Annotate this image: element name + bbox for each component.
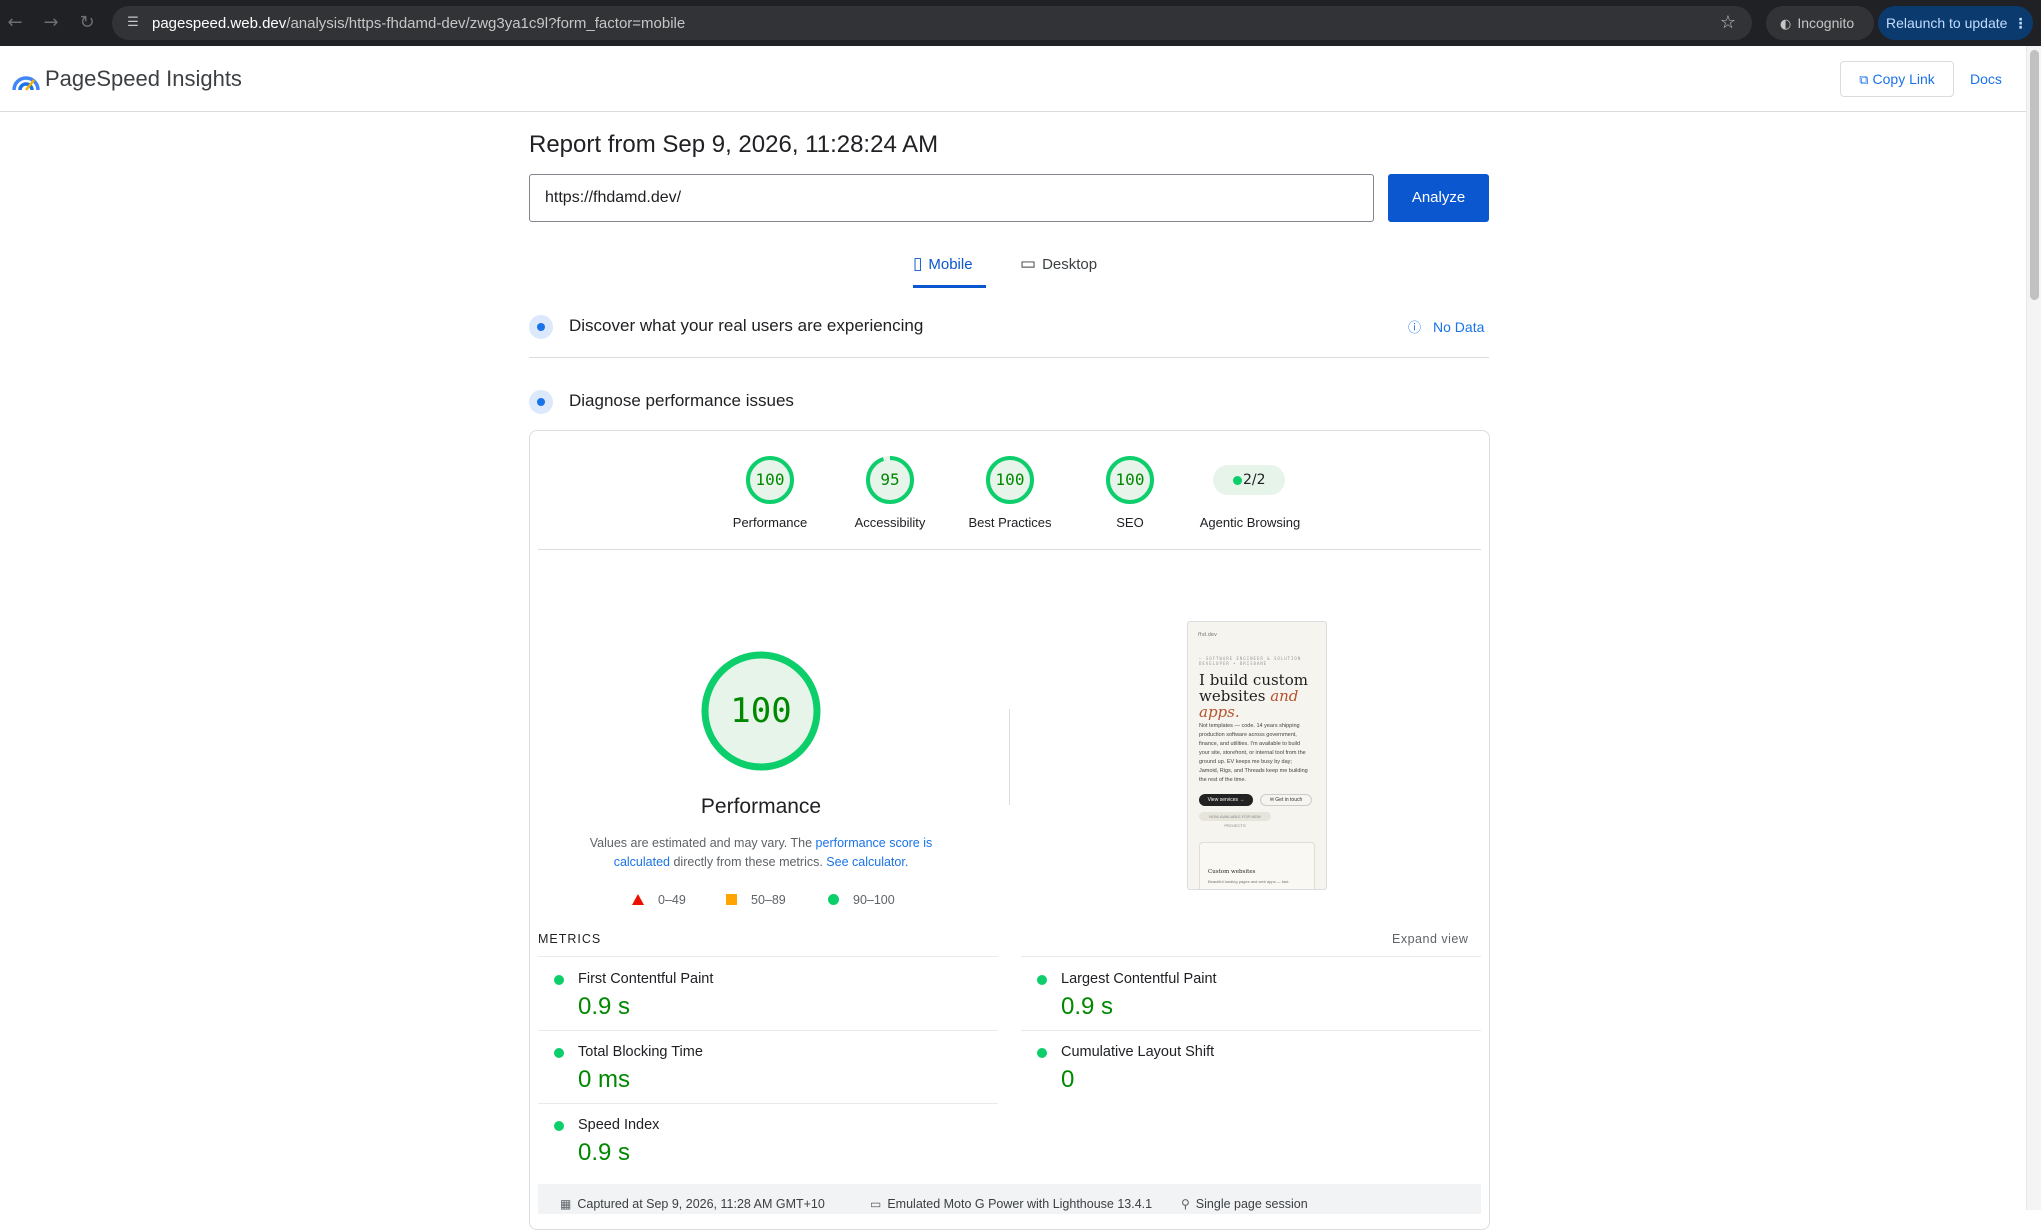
metric-total-blocking-time: Total Blocking Time 0 ms (538, 1031, 978, 1103)
address-bar[interactable]: ☰ pagespeed.web.dev/analysis/https-fhdam… (112, 6, 1752, 40)
more-icon[interactable]: ⋮ (2013, 16, 2027, 32)
performance-score-gauge: 100 (701, 651, 821, 771)
site-info-icon[interactable]: ☰ (124, 14, 142, 32)
scrollbar-thumb[interactable] (2030, 50, 2039, 300)
metrics-heading: METRICS (538, 932, 602, 946)
triangle-icon (632, 894, 644, 905)
emulated-device: ▭ Emulated Moto G Power with Lighthouse 1… (870, 1197, 1153, 1211)
session-type: ⚲ Single page session (1181, 1197, 1308, 1211)
no-data-link[interactable]: ⓘ No Data (1408, 317, 1484, 336)
real-users-heading: Discover what your real users are experi… (569, 316, 924, 335)
legend-fail: 0–49 (632, 893, 686, 907)
phone-icon: ▯ (913, 254, 923, 274)
thumbnail-primary-button: View services → (1199, 794, 1253, 806)
gauge-seo[interactable]: 100 (1106, 456, 1154, 504)
metric-cumulative-layout-shift: Cumulative Layout Shift 0 (1021, 1031, 1461, 1103)
docs-link[interactable]: Docs (1970, 71, 2002, 87)
pass-dot-icon (1037, 975, 1047, 985)
divider (1009, 709, 1010, 805)
captured-at: ▦ Captured at Sep 9, 2026, 11:28 AM GMT+1… (560, 1197, 825, 1211)
pass-dot-icon (554, 1121, 564, 1131)
divider (1021, 956, 1481, 957)
gauge-performance-label[interactable]: Performance (700, 515, 840, 530)
thumbnail-secondary-button: ✉ Get in touch (1260, 794, 1312, 806)
laptop-icon: ▭ (1020, 254, 1037, 274)
performance-title: Performance (700, 795, 822, 818)
divider (529, 357, 1489, 358)
gauge-accessibility-label[interactable]: Accessibility (820, 515, 960, 530)
gauge-best-practices-label[interactable]: Best Practices (940, 515, 1080, 530)
incognito-indicator[interactable]: ◐ Incognito (1766, 6, 1874, 40)
thumbnail-tag: — SOFTWARE ENGINEER & SOLUTION DEVELOPER… (1199, 656, 1302, 666)
pass-dot-icon (1037, 1048, 1047, 1058)
metric-largest-contentful-paint: Largest Contentful Paint 0.9 s (1021, 958, 1461, 1030)
thumbnail-header: fhd.dev (1198, 632, 1217, 638)
performance-description: Values are estimated and may vary. The p… (589, 836, 933, 869)
thumbnail-note: NOW AVAILABLE FOR NEW PROJECTS (1199, 812, 1271, 828)
gauge-accessibility[interactable]: 95 (866, 456, 914, 504)
legend-average: 50–89 (726, 893, 786, 907)
thumbnail-card: Custom websites Beautiful landing pages … (1199, 842, 1315, 889)
circle-icon (828, 894, 839, 905)
reload-icon[interactable]: ↻ (76, 12, 98, 34)
metric-first-contentful-paint: First Contentful Paint 0.9 s (538, 958, 978, 1030)
address-url[interactable]: pagespeed.web.dev/analysis/https-fhdamd-… (152, 15, 685, 32)
url-input[interactable]: https://fhdamd.dev/ (529, 174, 1374, 222)
see-calculator-link[interactable]: See calculator. (826, 855, 908, 869)
thumbnail-paragraph: Not templates — code. 14 years shipping … (1199, 723, 1308, 783)
diagnose-heading: Diagnose performance issues (569, 391, 794, 410)
browser-toolbar: ← → ↻ ☰ pagespeed.web.dev/analysis/https… (0, 0, 2041, 46)
legend-pass: 90–100 (828, 893, 895, 907)
tab-mobile[interactable]: ▯ Mobile (913, 252, 986, 288)
gauge-best-practices[interactable]: 100 (986, 456, 1034, 504)
agentic-browsing-badge[interactable]: 2/2 (1213, 465, 1285, 495)
brand-title[interactable]: PageSpeed Insights (45, 66, 242, 92)
analyze-button[interactable]: Analyze (1388, 174, 1489, 222)
expand-view-toggle[interactable]: Expand view (1392, 932, 1468, 946)
gauge-seo-label[interactable]: SEO (1060, 515, 1200, 530)
incognito-icon: ◐ (1780, 17, 1792, 32)
session-icon: ⚲ (1181, 1197, 1190, 1211)
relaunch-button[interactable]: Relaunch to update ⋮ (1878, 6, 2033, 40)
calendar-icon: ▦ (560, 1197, 572, 1211)
link-icon: ⧉ (1859, 73, 1869, 88)
report-title: Report from Sep 9, 2026, 11:28:24 AM (529, 131, 939, 158)
square-icon (726, 894, 737, 905)
real-users-icon (529, 315, 553, 339)
copy-link-button[interactable]: ⧉ Copy Link (1840, 61, 1954, 97)
pass-dot-icon (554, 1048, 564, 1058)
forward-icon[interactable]: → (40, 12, 62, 34)
agentic-browsing-label[interactable]: Agentic Browsing (1180, 515, 1320, 530)
page-screenshot-thumbnail[interactable]: fhd.dev — SOFTWARE ENGINEER & SOLUTION D… (1187, 621, 1327, 890)
tab-desktop[interactable]: ▭ Desktop (1020, 252, 1116, 288)
pass-dot-icon (1233, 476, 1242, 485)
diagnose-icon (529, 390, 553, 414)
info-icon: ⓘ (1408, 321, 1422, 336)
divider (538, 956, 998, 957)
bookmark-star-icon[interactable]: ☆ (1720, 12, 1736, 33)
back-icon[interactable]: ← (4, 12, 26, 34)
metric-speed-index: Speed Index 0.9 s (538, 1104, 978, 1176)
page-scrollbar[interactable] (2026, 46, 2041, 1210)
divider (538, 549, 1481, 550)
gauge-performance[interactable]: 100 (746, 456, 794, 504)
pagespeed-logo-icon (12, 76, 40, 91)
pass-dot-icon (554, 975, 564, 985)
thumbnail-headline: I build custom websites and apps. (1199, 671, 1308, 721)
app-header: PageSpeed Insights ⧉ Copy Link Docs (0, 46, 2026, 112)
device-icon: ▭ (870, 1197, 882, 1211)
